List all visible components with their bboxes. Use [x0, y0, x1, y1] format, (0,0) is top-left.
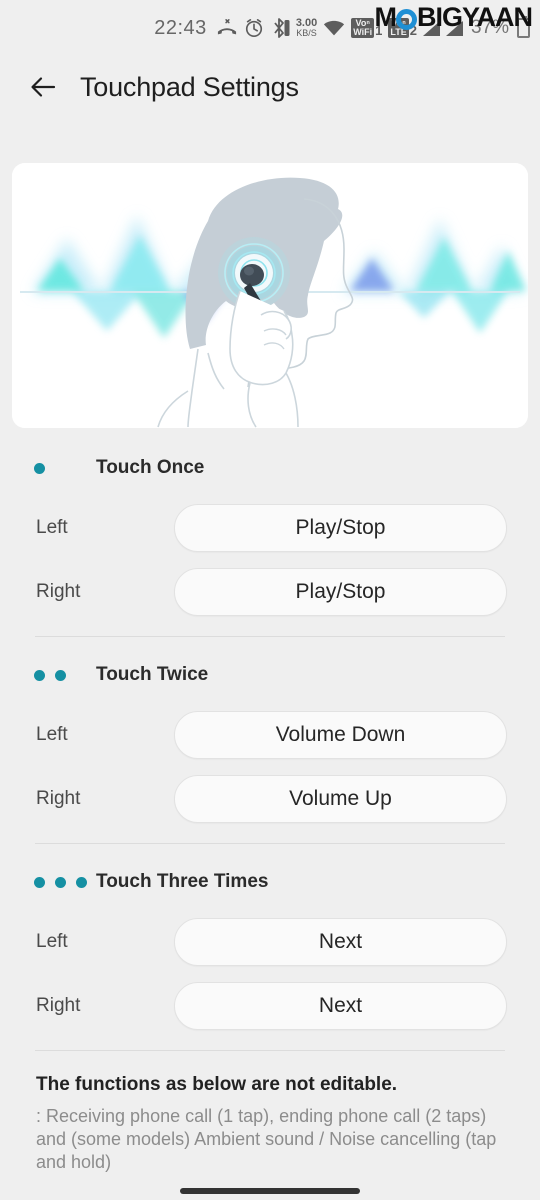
gesture-navigation-bar[interactable] — [180, 1188, 360, 1194]
section-divider — [35, 1050, 505, 1051]
section-touch-once: Touch Once Left Play/Stop Right Play/Sto… — [0, 440, 540, 637]
action-select-right[interactable]: Play/Stop — [174, 568, 507, 616]
section-header: Touch Twice — [0, 647, 540, 703]
action-select-left[interactable]: Volume Down — [174, 711, 507, 759]
touch-count-dots — [34, 462, 100, 474]
mobigyaan-watermark: M BIGYAAN — [374, 2, 533, 33]
watermark-part1: M — [374, 2, 396, 32]
touch-count-dots — [34, 669, 100, 681]
row-label-left: Left — [36, 931, 68, 952]
action-select-right[interactable]: Next — [174, 982, 507, 1030]
section-touch-twice: Touch Twice Left Volume Down Right Volum… — [0, 647, 540, 844]
section-divider — [35, 843, 505, 844]
phone-screen: 22:43 3.00 KB/S Voⁿ WiFi 1 Voⁿ LTE 2 37%… — [0, 0, 540, 1200]
section-divider — [35, 636, 505, 637]
section-title: Touch Three Times — [96, 871, 269, 892]
sim1-tag-bottom: WiFi — [353, 27, 373, 37]
row-right: Right Play/Stop — [0, 560, 540, 624]
app-header: Touchpad Settings — [0, 56, 540, 118]
alarm-icon — [244, 18, 264, 38]
footer-note: The functions as below are not editable.… — [0, 1074, 540, 1174]
watermark-part2: BIGYAAN — [416, 2, 533, 32]
touchpad-sections: Touch Once Left Play/Stop Right Play/Sto… — [0, 440, 540, 1061]
network-speed-unit: KB/S — [296, 28, 317, 38]
touch-dot — [55, 669, 66, 681]
section-touch-three-times: Touch Three Times Left Next Right Next — [0, 854, 540, 1051]
back-arrow-icon[interactable] — [28, 72, 58, 102]
status-bar: 22:43 3.00 KB/S Voⁿ WiFi 1 Voⁿ LTE 2 37%… — [0, 0, 540, 56]
section-header: Touch Three Times — [0, 854, 540, 910]
row-label-right: Right — [36, 581, 81, 602]
row-left: Left Volume Down — [0, 703, 540, 767]
section-title: Touch Twice — [96, 664, 209, 685]
status-time: 22:43 — [154, 16, 207, 39]
action-select-right[interactable]: Volume Up — [174, 775, 507, 823]
missed-call-icon — [216, 18, 238, 38]
touch-dot — [55, 876, 66, 888]
row-left: Left Play/Stop — [0, 496, 540, 560]
wifi-icon — [323, 19, 345, 37]
footer-body: : Receiving phone call (1 tap), ending p… — [36, 1105, 497, 1172]
touch-dot — [34, 669, 45, 681]
row-left: Left Next — [0, 910, 540, 974]
row-right: Right Volume Up — [0, 767, 540, 831]
watermark-o-ring — [395, 9, 417, 30]
section-header: Touch Once — [0, 440, 540, 496]
bluetooth-icon — [270, 17, 290, 39]
earbud-touch-illustration — [12, 163, 528, 428]
row-label-left: Left — [36, 724, 68, 745]
action-select-left[interactable]: Next — [174, 918, 507, 966]
row-label-right: Right — [36, 788, 81, 809]
page-title: Touchpad Settings — [80, 71, 299, 102]
touch-dot — [34, 876, 45, 888]
section-title: Touch Once — [96, 457, 205, 478]
touch-count-dots — [34, 876, 100, 888]
touch-dot — [34, 462, 45, 474]
row-label-right: Right — [36, 995, 81, 1016]
footer-title: The functions as below are not editable. — [36, 1073, 398, 1095]
row-right: Right Next — [0, 974, 540, 1038]
row-label-left: Left — [36, 517, 68, 538]
touch-dot — [76, 876, 87, 888]
action-select-left[interactable]: Play/Stop — [174, 504, 507, 552]
network-speed: 3.00 KB/S — [296, 18, 317, 38]
